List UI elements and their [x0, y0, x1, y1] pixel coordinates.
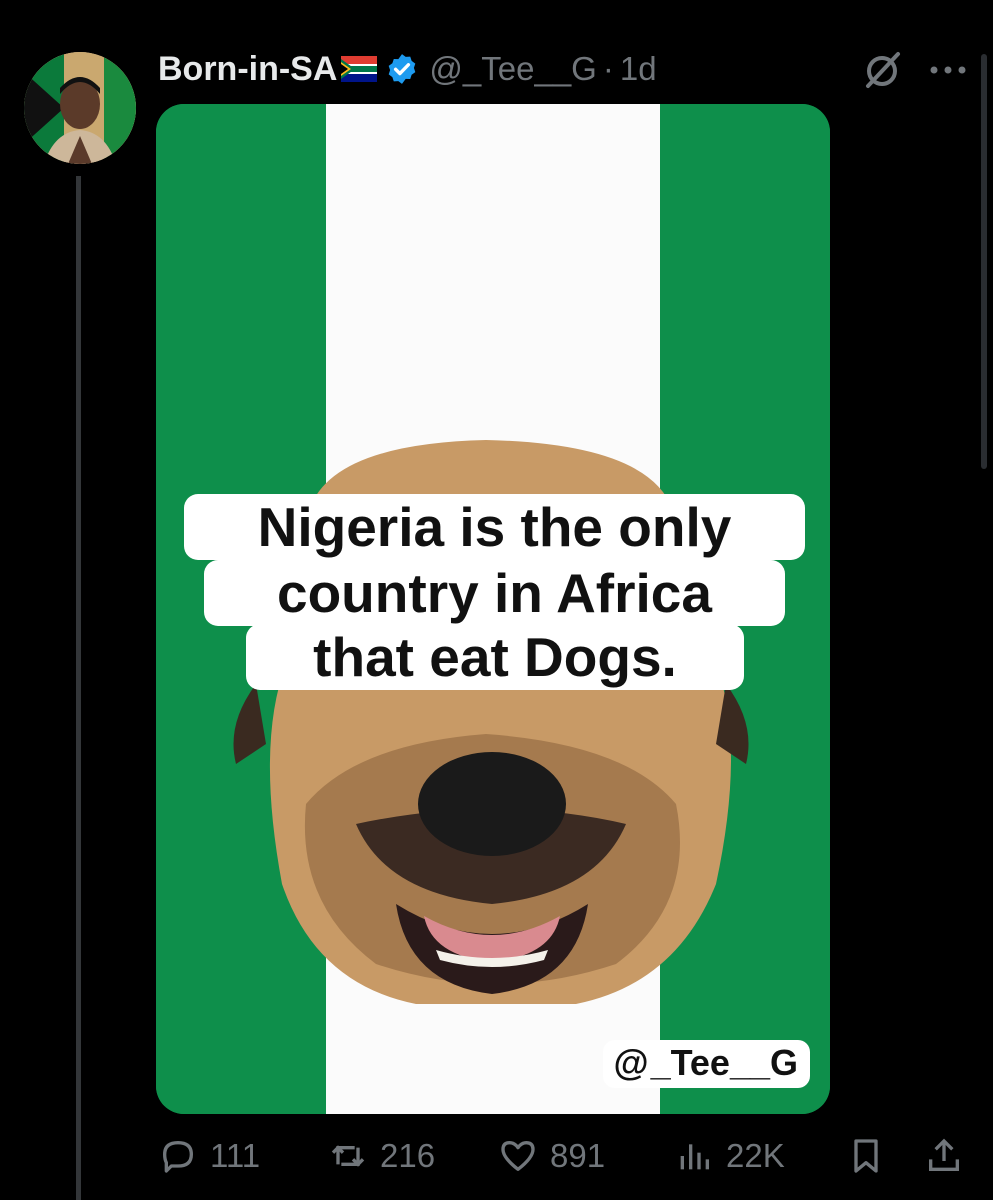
reply-icon [163, 1141, 193, 1173]
repost-count: 216 [380, 1137, 436, 1174]
watermark-handle: _Tee__G [650, 1042, 798, 1083]
handle[interactable]: @_Tee__G [429, 50, 596, 88]
timestamp[interactable]: 1d [620, 50, 657, 88]
action-bar: 111 216 891 22K [158, 1136, 968, 1184]
caption-line-3: that eat Dogs. [246, 624, 744, 690]
heart-icon [501, 1141, 535, 1171]
caption-line-1: Nigeria is the only [184, 494, 805, 560]
like-button[interactable]: 891 [498, 1136, 605, 1176]
grok-icon[interactable] [862, 50, 902, 90]
verified-badge-icon [389, 54, 416, 84]
thread-line [76, 176, 81, 1200]
display-name[interactable]: Born-in-SA [158, 50, 337, 89]
views-icon [680, 1144, 709, 1170]
share-button[interactable] [924, 1136, 964, 1176]
views-button[interactable]: 22K [674, 1136, 785, 1176]
repost-icon [331, 1145, 365, 1167]
south-africa-flag-icon [341, 56, 378, 82]
more-icon[interactable] [926, 60, 970, 80]
bookmark-icon [854, 1139, 878, 1173]
watermark: @ _Tee__G [603, 1040, 810, 1088]
avatar-image [24, 52, 136, 164]
bookmark-button[interactable] [846, 1136, 886, 1176]
like-count: 891 [550, 1137, 606, 1174]
scrollbar[interactable] [981, 54, 987, 469]
tweet-header: Born-in-SA @_Tee__G · 1d [158, 46, 657, 92]
tweet-page: Born-in-SA @_Tee__G · 1d Nigeria is the … [0, 0, 993, 1200]
reply-count: 111 [210, 1137, 261, 1174]
threads-logo-icon: @ [613, 1042, 649, 1083]
caption-line-2: country in Africa [204, 560, 785, 626]
avatar[interactable] [24, 52, 136, 164]
separator-dot: · [602, 50, 614, 87]
reply-button[interactable]: 111 [158, 1136, 260, 1176]
views-count: 22K [726, 1137, 785, 1174]
repost-button[interactable]: 216 [328, 1136, 435, 1176]
tweet-media[interactable]: Nigeria is the only country in Africa th… [156, 104, 830, 1114]
share-icon [929, 1138, 959, 1171]
